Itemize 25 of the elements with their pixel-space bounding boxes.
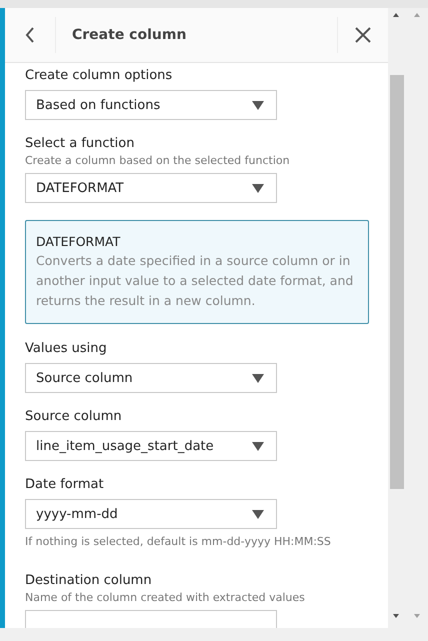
- field-description: Name of the column created with extracted values: [25, 590, 306, 606]
- caret-icon: [252, 510, 264, 518]
- field-hint: If nothing is selected, default is mm-dd-yyyy HH:MM:SS: [25, 534, 332, 550]
- back-icon: [25, 27, 35, 43]
- dropdown-field[interactable]: DATEFORMAT: [25, 173, 277, 203]
- caret-icon: [252, 100, 264, 110]
- field-label: Source column: [25, 408, 123, 426]
- dropdown-field[interactable]: line_item_usage_start_date: [25, 431, 277, 461]
- dropdown-field[interactable]: Source column: [25, 363, 277, 393]
- info-title: DATEFORMAT: [36, 233, 122, 251]
- caret-icon: [252, 184, 264, 192]
- caret-icon: [252, 374, 264, 382]
- field-label: Date format: [25, 476, 105, 494]
- info-text: Converts a date specified in a source column or in another input value to a selected date format, and returns the result in a new column.: [36, 252, 354, 310]
- caret-icon: [252, 442, 264, 450]
- field-label: Values using: [25, 340, 108, 358]
- field-label: Select a function: [25, 135, 136, 153]
- dropdown-field[interactable]: Based on functions: [25, 90, 277, 120]
- field-label: Create column options: [25, 67, 174, 85]
- panel-title: Create column: [72, 27, 188, 43]
- dropdown-field[interactable]: yyyy-mm-dd: [25, 499, 277, 529]
- horizontal-scrollbar[interactable]: [0, 628, 428, 641]
- field-description: Create a column based on the selected function: [25, 153, 291, 169]
- field-label: Destination column: [25, 572, 153, 590]
- close-icon: [355, 27, 371, 43]
